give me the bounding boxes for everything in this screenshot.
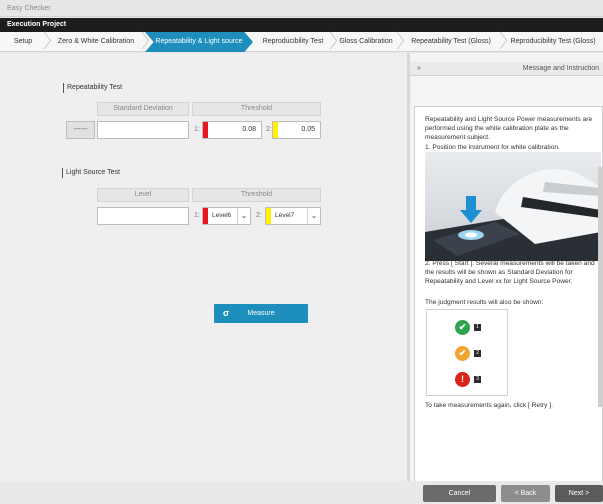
judgment-warning: ✔ 2 xyxy=(455,346,495,364)
message-panel-title: Message and Instruction xyxy=(522,65,599,72)
next-button[interactable]: Next > xyxy=(555,485,603,502)
dash-button[interactable]: ------ xyxy=(66,121,95,139)
measure-button[interactable]: σ Measure xyxy=(214,304,308,323)
tab-zero-white-calibration[interactable]: Zero & White Calibration xyxy=(48,32,144,52)
std-deviation-field[interactable] xyxy=(97,121,189,139)
threshold-1-color xyxy=(203,208,208,224)
light-threshold-2-select[interactable]: Level7 ⌄ xyxy=(265,207,321,225)
tab-repeatability-test-gloss[interactable]: Repeatability Test (Gloss) xyxy=(400,32,502,52)
threshold-2-number: 2: xyxy=(256,212,262,219)
tab-repeatability-light-source[interactable]: Repeatability & Light source xyxy=(145,32,253,52)
instrument-image xyxy=(425,168,601,261)
threshold-2-value: Level7 xyxy=(275,212,295,219)
threshold-1-number: 1: xyxy=(194,126,200,133)
measure-label: Measure xyxy=(247,310,275,317)
repeatability-threshold-1[interactable]: 0.08 xyxy=(202,121,262,139)
level-field[interactable] xyxy=(97,207,189,225)
threshold-1-color xyxy=(203,122,208,138)
threshold-header: Threshold xyxy=(192,188,321,202)
tab-reproducibility-test[interactable]: Reproducibility Test xyxy=(254,32,332,52)
judgment-number: 3 xyxy=(474,376,481,383)
message-panel: » Message and Instruction Repeatability … xyxy=(410,53,603,504)
threshold-header: Threshold xyxy=(192,102,321,116)
tab-reproducibility-test-gloss[interactable]: Reproducibility Test (Gloss) xyxy=(503,32,603,52)
judgment-number: 2 xyxy=(474,350,481,357)
check-icon: ✔ xyxy=(455,320,470,335)
instrument-illustration xyxy=(425,152,601,261)
measure-icon: σ xyxy=(223,308,230,318)
threshold-2-number: 2: xyxy=(266,126,272,133)
step-2-text: 2. Press [ Start ]. Several measurements… xyxy=(425,260,595,285)
threshold-1-value: 0.08 xyxy=(242,126,256,133)
collapse-icon[interactable]: » xyxy=(417,62,421,76)
message-panel-header: » Message and Instruction xyxy=(410,62,603,76)
tab-gloss-calibration[interactable]: Gloss Calibration xyxy=(333,32,399,52)
judgment-intro: The judgment results will also be shown: xyxy=(425,299,544,306)
light-threshold-1-select[interactable]: Level6 ⌄ xyxy=(202,207,251,225)
step-tabs: Setup Zero & White Calibration Repeatabi… xyxy=(0,32,603,52)
step-1-text: 1. Position the instrument for white cal… xyxy=(425,144,560,151)
judgment-legend: ✔ 1 ✔ 2 ! 3 xyxy=(426,309,508,396)
chevron-down-icon[interactable]: ⌄ xyxy=(237,208,250,224)
repeatability-title: Repeatability Test xyxy=(63,83,122,93)
threshold-2-color xyxy=(266,208,271,224)
window-title: Easy Checker xyxy=(0,0,603,17)
chevron-down-icon[interactable]: ⌄ xyxy=(307,208,320,224)
tab-setup[interactable]: Setup xyxy=(0,32,46,52)
threshold-2-value: 0.05 xyxy=(301,126,315,133)
intro-paragraph: Repeatability and Light Source Power mea… xyxy=(425,116,593,141)
threshold-2-color xyxy=(273,122,278,138)
repeatability-threshold-2[interactable]: 0.05 xyxy=(272,121,321,139)
retry-text: To take measurements again, click [ Retr… xyxy=(425,402,553,409)
vertical-scrollbar[interactable] xyxy=(598,167,602,407)
threshold-1-number: 1: xyxy=(194,212,200,219)
judgment-ok: ✔ 1 xyxy=(455,320,495,338)
back-button[interactable]: < Back xyxy=(501,485,550,502)
main-panel: Repeatability Test Standard Deviation Th… xyxy=(0,53,407,481)
std-deviation-header: Standard Deviation xyxy=(97,102,189,116)
level-header: Level xyxy=(97,188,189,202)
threshold-1-value: Level6 xyxy=(212,212,232,219)
judgment-fail: ! 3 xyxy=(455,372,495,390)
message-content: Repeatability and Light Source Power mea… xyxy=(414,106,603,504)
light-source-title: Light Source Test xyxy=(62,168,120,178)
judgment-number: 1 xyxy=(474,324,481,331)
cancel-button[interactable]: Cancel xyxy=(423,485,496,502)
footer-bar: Cancel < Back Next > xyxy=(0,481,603,504)
exclamation-icon: ! xyxy=(455,372,470,387)
check-icon: ✔ xyxy=(455,346,470,361)
project-bar-title: Execution Project xyxy=(0,18,603,32)
